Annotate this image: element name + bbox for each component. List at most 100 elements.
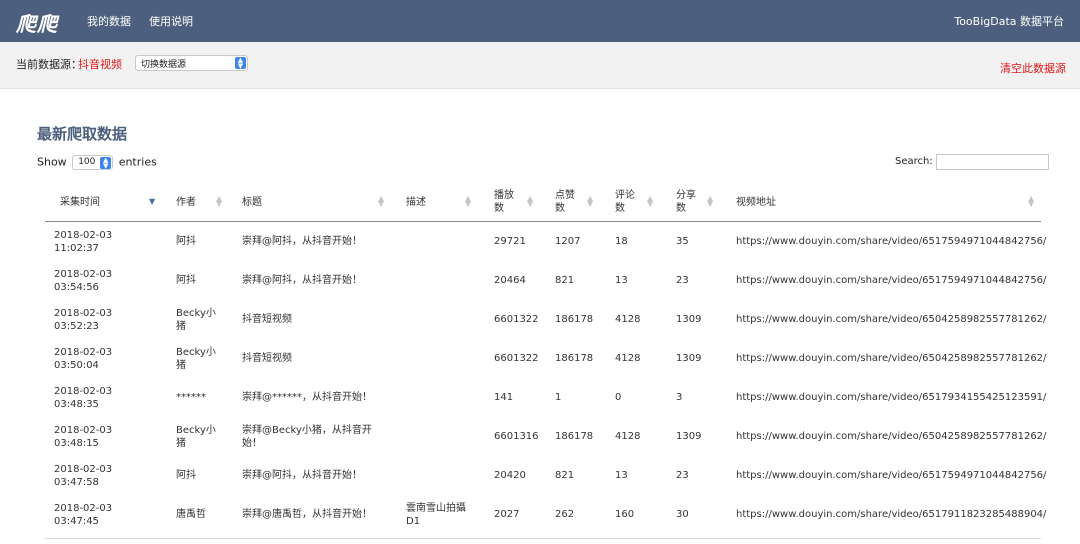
cell-comments: 4128 bbox=[615, 314, 641, 325]
table-row[interactable]: 2018-02-03 03:52:23 Becky小 猪 抖音短视频 6601322 1… bbox=[45, 300, 1046, 339]
cell-video-url[interactable]: https://www.douyin.com/share/video/65175… bbox=[736, 222, 1046, 261]
table-row[interactable]: 2018-02-03 03:47:58 阿抖 崇拜@阿抖，从抖音开始！ 20420 82… bbox=[45, 456, 1046, 495]
table-bottom-rule bbox=[45, 538, 1041, 539]
cell-likes: 186178 bbox=[555, 314, 594, 325]
cell-plays: 6601322 bbox=[494, 314, 539, 325]
cell-plays: 20464 bbox=[494, 275, 526, 286]
cell-collect-time: 2018-02-03 03:48:15 bbox=[54, 424, 113, 449]
entries-label: entries bbox=[118, 155, 157, 169]
cell-collect-time: 2018-02-03 03:47:45 bbox=[54, 502, 113, 527]
cell-author: 阿抖 bbox=[176, 275, 196, 286]
th-comments[interactable]: 评论 数 bbox=[615, 182, 671, 222]
th-video-url[interactable]: 视频地址 bbox=[736, 182, 1036, 222]
cell-collect-time: 2018-02-03 03:47:58 bbox=[54, 463, 113, 488]
nav-help[interactable]: 使用说明 bbox=[149, 13, 193, 29]
cell-shares: 23 bbox=[676, 275, 689, 286]
cell-author: 阿抖 bbox=[176, 470, 196, 481]
cell-likes: 262 bbox=[555, 509, 575, 520]
table-header: 采集时间 ▼ 作者 ▲ ▼ 标题 ▲ ▼ 描述 ▲ ▼ 播放 数 ▲ ▼ 点赞 数 ▲ ▼ 评论 数 ▲ ▼ 分享 数 ▲… bbox=[45, 182, 1041, 222]
cell-shares: 1309 bbox=[676, 314, 702, 325]
th-shares[interactable]: 分享 数 bbox=[676, 182, 732, 222]
sort-both-icon: ▲ ▼ bbox=[465, 194, 472, 208]
cell-video-url[interactable]: https://www.douyin.com/share/video/65175… bbox=[736, 261, 1046, 300]
cell-shares: 23 bbox=[676, 470, 689, 481]
table-row[interactable]: 2018-02-03 11:02:37 阿抖 崇拜@阿抖，从抖音开始！ 29721 12… bbox=[45, 222, 1046, 261]
cell-description bbox=[406, 222, 490, 261]
cell-plays: 29721 bbox=[494, 236, 526, 247]
cell-title: 崇拜@阿抖，从抖音开始！ bbox=[242, 275, 362, 286]
cell-collect-time: 2018-02-03 03:52:23 bbox=[54, 307, 113, 332]
cell-video-url[interactable]: https://www.douyin.com/share/video/65042… bbox=[736, 300, 1046, 339]
select-arrow-icon: ▲ ▼ bbox=[235, 57, 246, 70]
nav-my-data[interactable]: 我的数据 bbox=[87, 13, 131, 29]
cell-comments: 18 bbox=[615, 236, 628, 247]
cell-shares: 3 bbox=[676, 392, 683, 403]
cell-title: 崇拜@阿抖，从抖音开始！ bbox=[242, 470, 362, 481]
th-author[interactable]: 作者 bbox=[176, 182, 238, 222]
cell-shares: 30 bbox=[676, 509, 689, 520]
cell-collect-time: 2018-02-03 11:02:37 bbox=[54, 229, 113, 254]
search-label: Search: bbox=[895, 156, 933, 167]
cell-likes: 821 bbox=[555, 470, 575, 481]
table-row[interactable]: 2018-02-03 03:48:15 Becky小 猪 崇拜@Becky小猪，从抖… bbox=[45, 417, 1046, 456]
data-source-bar: 当前数据源： 抖音视频 切换数据源 ▲ ▼ 清空此数据源 bbox=[0, 42, 1080, 89]
table-row[interactable]: 2018-02-03 03:54:56 阿抖 崇拜@阿抖，从抖音开始！ 20464 82… bbox=[45, 261, 1046, 300]
cell-likes: 186178 bbox=[555, 431, 594, 442]
cell-title: 抖音短视频 bbox=[242, 353, 292, 364]
cell-author: Becky小 猪 bbox=[176, 346, 216, 371]
search-input[interactable] bbox=[936, 154, 1049, 170]
cell-comments: 13 bbox=[615, 470, 628, 481]
table-body: 2018-02-03 11:02:37 阿抖 崇拜@阿抖，从抖音开始！ 29721 12… bbox=[45, 222, 1046, 534]
cell-comments: 4128 bbox=[615, 353, 641, 364]
th-description[interactable]: 描述 bbox=[406, 182, 490, 222]
platform-brand: TooBigData 数据平台 bbox=[954, 15, 1064, 28]
cell-video-url[interactable]: https://www.douyin.com/share/video/65179… bbox=[736, 378, 1046, 417]
cell-description bbox=[406, 339, 490, 378]
cell-video-url[interactable]: https://www.douyin.com/share/video/65042… bbox=[736, 417, 1046, 456]
sort-desc-icon: ▼ bbox=[149, 197, 156, 206]
cell-description: 雲南雪山拍攝 D1 bbox=[406, 502, 466, 527]
current-source-value: 抖音视频 bbox=[78, 58, 122, 71]
th-plays[interactable]: 播放 数 bbox=[494, 182, 552, 222]
show-label: Show bbox=[37, 155, 67, 169]
cell-author: 唐禹哲 bbox=[176, 509, 206, 520]
table-row[interactable]: 2018-02-03 03:47:45 唐禹哲 崇拜@唐禹哲，从抖音开始！ 雲南雪山拍… bbox=[45, 495, 1046, 534]
top-nav: 爬爬 我的数据 使用说明 TooBigData 数据平台 bbox=[0, 0, 1080, 42]
cell-video-url[interactable]: https://www.douyin.com/share/video/65179… bbox=[736, 495, 1046, 534]
clear-source-link[interactable]: 清空此数据源 bbox=[1000, 60, 1066, 76]
cell-collect-time: 2018-02-03 03:54:56 bbox=[54, 268, 113, 293]
cell-comments: 4128 bbox=[615, 431, 641, 442]
cell-plays: 6601316 bbox=[494, 431, 539, 442]
data-table: 采集时间 ▼ 作者 ▲ ▼ 标题 ▲ ▼ 描述 ▲ ▼ 播放 数 ▲ ▼ 点赞 数 ▲ ▼ 评论 数 ▲ ▼ 分享 数 ▲… bbox=[45, 182, 1046, 534]
sort-both-icon: ▲ ▼ bbox=[216, 194, 223, 208]
table-row[interactable]: 2018-02-03 03:48:35 ****** 崇拜@******，从抖音开始… bbox=[45, 378, 1046, 417]
sort-both-icon: ▲ ▼ bbox=[1028, 194, 1035, 208]
cell-plays: 20420 bbox=[494, 470, 526, 481]
sort-both-icon: ▲ ▼ bbox=[587, 194, 594, 208]
cell-title: 崇拜@唐禹哲，从抖音开始！ bbox=[242, 509, 372, 520]
th-likes[interactable]: 点赞 数 bbox=[555, 182, 611, 222]
cell-likes: 821 bbox=[555, 275, 575, 286]
section-title: 最新爬取数据 bbox=[37, 125, 128, 143]
cell-description bbox=[406, 378, 490, 417]
table-row[interactable]: 2018-02-03 03:50:04 Becky小 猪 抖音短视频 6601322 1… bbox=[45, 339, 1046, 378]
select-arrow-icon: ▲ ▼ bbox=[100, 157, 112, 170]
cell-comments: 13 bbox=[615, 275, 628, 286]
cell-title: 抖音短视频 bbox=[242, 314, 292, 325]
cell-collect-time: 2018-02-03 03:48:35 bbox=[54, 385, 113, 410]
cell-description bbox=[406, 261, 490, 300]
cell-plays: 2027 bbox=[494, 509, 520, 520]
switch-source-select[interactable]: 切换数据源 ▲ ▼ bbox=[135, 55, 248, 71]
cell-collect-time: 2018-02-03 03:50:04 bbox=[54, 346, 113, 371]
sort-both-icon: ▲ ▼ bbox=[527, 194, 534, 208]
cell-author: ****** bbox=[176, 392, 206, 403]
sort-both-icon: ▲ ▼ bbox=[647, 194, 654, 208]
cell-video-url[interactable]: https://www.douyin.com/share/video/65042… bbox=[736, 339, 1046, 378]
cell-shares: 1309 bbox=[676, 353, 702, 364]
cell-plays: 6601322 bbox=[494, 353, 539, 364]
page-length-select[interactable]: 100 ▲ ▼ bbox=[72, 155, 114, 170]
app-logo[interactable]: 爬爬 bbox=[16, 8, 58, 37]
cell-video-url[interactable]: https://www.douyin.com/share/video/65175… bbox=[736, 456, 1046, 495]
cell-likes: 186178 bbox=[555, 353, 594, 364]
switch-source-label: 切换数据源 bbox=[141, 60, 187, 70]
